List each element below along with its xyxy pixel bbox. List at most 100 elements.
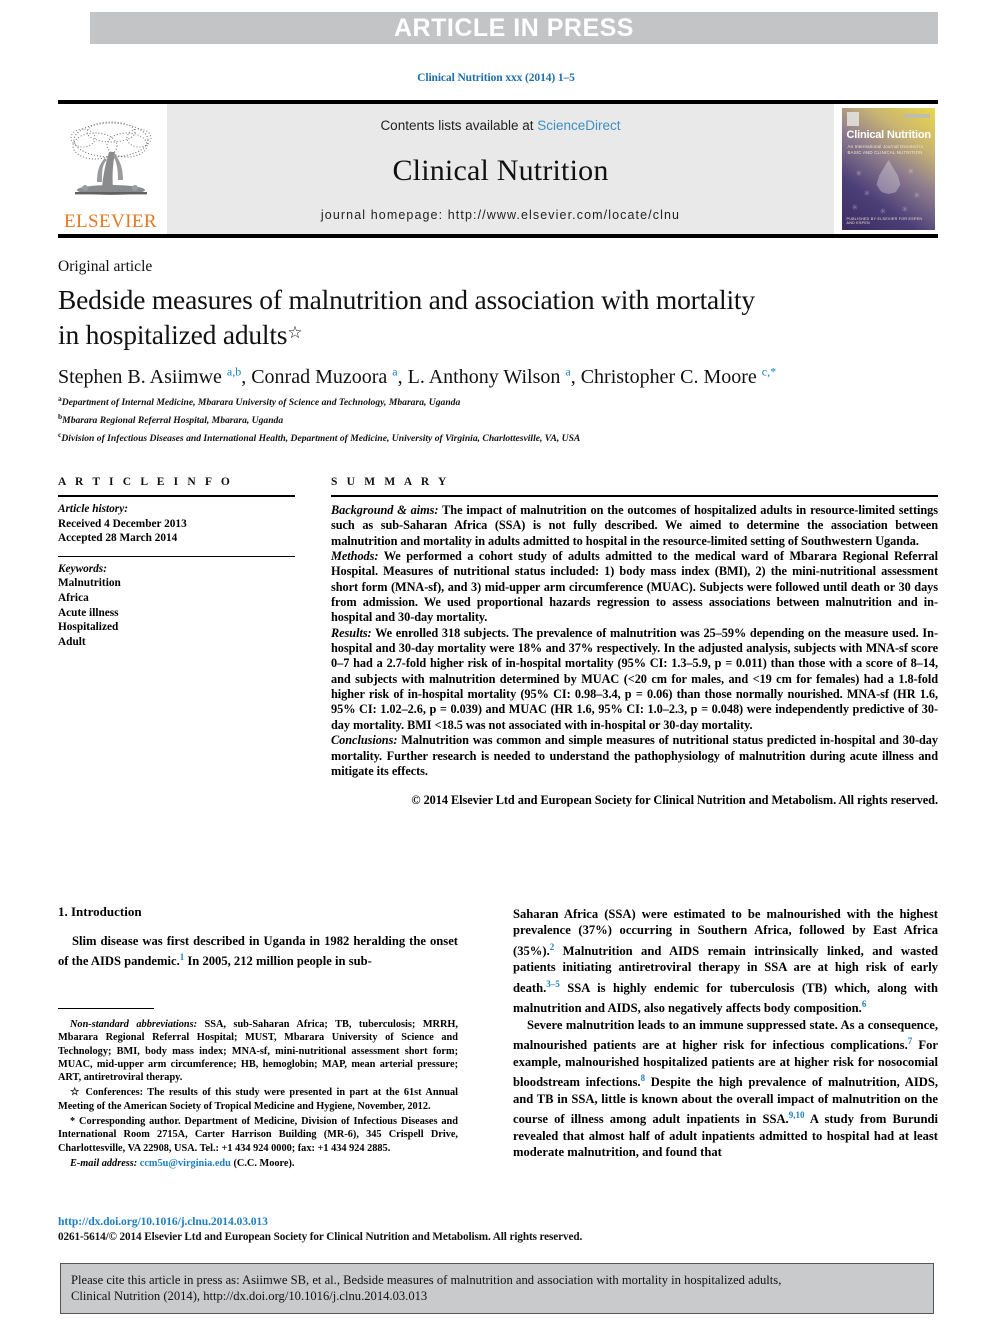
abstract-body: Background & aims: The impact of malnutr… bbox=[331, 497, 938, 809]
article-history-label: Article history: bbox=[58, 503, 128, 515]
sciencedirect-link[interactable]: ScienceDirect bbox=[537, 118, 620, 133]
conferences-label: Conferences: bbox=[85, 1087, 144, 1099]
journal-title: Clinical Nutrition bbox=[392, 153, 609, 187]
star-icon: ✳ bbox=[863, 189, 871, 198]
intro-right-column: Saharan Africa (SSA) were estimated to b… bbox=[513, 906, 938, 1161]
affiliation-a: aDepartment of Internal Medicine, Mbarar… bbox=[58, 392, 938, 410]
intro-right-p1c: SSA is highly endemic for tuberculosis (… bbox=[513, 981, 938, 1016]
journal-masthead: ELSEVIER Contents lists available at Sci… bbox=[58, 100, 938, 238]
affiliations: aDepartment of Internal Medicine, Mbarar… bbox=[58, 392, 938, 445]
keyword-item: Africa bbox=[58, 591, 89, 604]
issn-copyright-line: 0261-5614/© 2014 Elsevier Ltd and Europe… bbox=[58, 1231, 583, 1243]
intro-right-paragraph-2: Severe malnutrition leads to an immune s… bbox=[513, 1017, 938, 1161]
footnote-corresponding-author: * Corresponding author. Department of Me… bbox=[58, 1115, 458, 1155]
keywords-block: Keywords: Malnutrition Africa Acute illn… bbox=[58, 557, 295, 650]
section-heading-introduction: 1. Introduction bbox=[58, 904, 142, 919]
title-footnote-star-icon[interactable]: ☆ bbox=[287, 323, 302, 342]
masthead-center: Contents lists available at ScienceDirec… bbox=[167, 104, 834, 234]
footnotes-block: Non-standard abbreviations: SSA, sub-Sah… bbox=[58, 1018, 458, 1172]
abstract-results-text: We enrolled 318 subjects. The prevalence… bbox=[331, 625, 938, 732]
article-in-press-banner: ARTICLE IN PRESS bbox=[90, 12, 938, 44]
email-label: E-mail address: bbox=[70, 1157, 138, 1169]
email-link[interactable]: ccm5u@virginia.edu bbox=[140, 1158, 231, 1169]
affiliation-text: Department of Internal Medicine, Mbarara… bbox=[61, 397, 461, 409]
abstract-conclusions: Conclusions: Malnutrition was common and… bbox=[331, 733, 938, 779]
citation-ref-9-10[interactable]: 9,10 bbox=[789, 1110, 805, 1120]
intro-right-paragraph-1: Saharan Africa (SSA) were estimated to b… bbox=[513, 906, 938, 1017]
intro-right-p2a: Severe malnutrition leads to an immune s… bbox=[513, 1018, 938, 1053]
contents-prefix: Contents lists available at bbox=[380, 118, 538, 133]
keyword-item: Malnutrition bbox=[58, 577, 121, 590]
journal-running-head: Clinical Nutrition xxx (2014) 1–5 bbox=[417, 72, 575, 84]
affiliation-text: Mbarara Regional Referral Hospital, Mbar… bbox=[62, 414, 284, 426]
journal-cover-art: Clinical Nutrition An International Jour… bbox=[841, 108, 935, 230]
journal-cover-thumbnail: Clinical Nutrition An International Jour… bbox=[838, 104, 938, 234]
keyword-item: Acute illness bbox=[58, 606, 119, 619]
footnote-conferences: ☆ Conferences: The results of this study… bbox=[58, 1086, 458, 1113]
footnote-abbreviations: Non-standard abbreviations: SSA, sub-Sah… bbox=[58, 1018, 458, 1084]
summary-heading: S U M M A R Y bbox=[331, 476, 450, 488]
abstract-methods-label: Methods: bbox=[331, 549, 379, 564]
abstract-conclusions-text: Malnutrition was common and simple measu… bbox=[331, 733, 938, 778]
footnote-divider bbox=[58, 1008, 154, 1009]
affiliation-c: cDivision of Infectious Diseases and Int… bbox=[58, 428, 938, 446]
article-type-label: Original article bbox=[58, 258, 153, 275]
star-icon: ✳ bbox=[901, 205, 909, 214]
paper-page: ARTICLE IN PRESS Clinical Nutrition xxx … bbox=[0, 0, 992, 1323]
abstract-methods: Methods: We performed a cohort study of … bbox=[331, 549, 938, 626]
cover-subtitle: An International Journal Devoted to BASI… bbox=[847, 144, 924, 155]
abstract-results-label: Results: bbox=[331, 625, 372, 640]
abstract-background-label: Background & aims: bbox=[331, 503, 439, 517]
intro-left-text-cont: In 2005, 212 million people in sub- bbox=[184, 954, 372, 969]
article-in-press-label: ARTICLE IN PRESS bbox=[394, 14, 634, 42]
page-title: Bedside measures of malnutrition and ass… bbox=[58, 283, 858, 351]
abbreviations-label: Non-standard abbreviations: bbox=[70, 1019, 198, 1030]
footnote-email: E-mail address: ccm5u@virginia.edu (C.C.… bbox=[58, 1157, 458, 1170]
water-drop-icon bbox=[876, 160, 901, 194]
conference-star-icon: ☆ bbox=[70, 1087, 82, 1099]
affiliation-b: bMbarara Regional Referral Hospital, Mba… bbox=[58, 410, 938, 428]
cite-line-1: Please cite this article in press as: As… bbox=[71, 1273, 782, 1287]
citation-ref-3-5[interactable]: 3–5 bbox=[546, 979, 560, 989]
contents-list-line: Contents lists available at ScienceDirec… bbox=[380, 118, 620, 133]
star-icon: ✳ bbox=[851, 203, 859, 212]
doi-link[interactable]: http://dx.doi.org/10.1016/j.clnu.2014.03… bbox=[58, 1215, 718, 1228]
author-list: Stephen B. Asiimwe a,b, Conrad Muzoora a… bbox=[58, 358, 938, 390]
keyword-item: Hospitalized bbox=[58, 621, 119, 634]
abstract-methods-text: We performed a cohort study of adults ad… bbox=[331, 549, 938, 625]
intro-left-column: Slim disease was first described in Ugan… bbox=[58, 933, 458, 970]
received-date: Received 4 December 2013 bbox=[58, 517, 187, 530]
article-info-heading: A R T I C L E I N F O bbox=[58, 476, 233, 488]
elsevier-logo: ELSEVIER bbox=[58, 104, 163, 234]
summary-column: S U M M A R Y Background & aims: The imp… bbox=[331, 476, 938, 809]
elsevier-wordmark: ELSEVIER bbox=[64, 211, 157, 232]
keywords-label: Keywords: bbox=[58, 562, 107, 575]
journal-homepage-link[interactable]: journal homepage: http://www.elsevier.co… bbox=[321, 208, 680, 222]
cover-badge-icon bbox=[903, 114, 930, 118]
abstract-copyright: © 2014 Elsevier Ltd and European Society… bbox=[411, 793, 938, 808]
elsevier-tree-icon bbox=[69, 118, 153, 211]
title-line-1: Bedside measures of malnutrition and ass… bbox=[58, 284, 755, 315]
article-info-column: A R T I C L E I N F O Article history: R… bbox=[58, 476, 295, 649]
cite-this-article-box: Please cite this article in press as: As… bbox=[60, 1263, 934, 1314]
authors-html: Stephen B. Asiimwe a,b, Conrad Muzoora a… bbox=[58, 364, 777, 388]
star-icon: ✳ bbox=[913, 191, 921, 200]
article-history-block: Article history: Received 4 December 201… bbox=[58, 497, 295, 546]
star-icon: ✳ bbox=[907, 167, 915, 176]
corresponding-author-text: Corresponding author. Department of Medi… bbox=[58, 1116, 458, 1154]
accepted-date: Accepted 28 March 2014 bbox=[58, 532, 178, 545]
abstract-results: Results: We enrolled 318 subjects. The p… bbox=[331, 626, 938, 733]
title-line-2: in hospitalized adults bbox=[58, 319, 288, 350]
citation-ref-6[interactable]: 6 bbox=[862, 999, 867, 1009]
star-icon: ✳ bbox=[879, 207, 887, 216]
cite-line-2: Clinical Nutrition (2014), http://dx.doi… bbox=[71, 1289, 428, 1303]
star-icon: ✳ bbox=[855, 169, 863, 178]
cover-footer: PUBLISHED BY ELSEVIER FOR ESPEN AND ESPE… bbox=[846, 217, 923, 225]
affiliation-text: Division of Infectious Diseases and Inte… bbox=[61, 432, 581, 444]
abstract-conclusions-label: Conclusions: bbox=[331, 733, 398, 748]
cover-title: Clinical Nutrition bbox=[846, 129, 932, 141]
cover-elsevier-icon bbox=[846, 112, 859, 126]
abstract-background: Background & aims: The impact of malnutr… bbox=[331, 503, 938, 549]
email-suffix: (C.C. Moore). bbox=[230, 1157, 295, 1169]
keyword-item: Adult bbox=[58, 635, 86, 648]
